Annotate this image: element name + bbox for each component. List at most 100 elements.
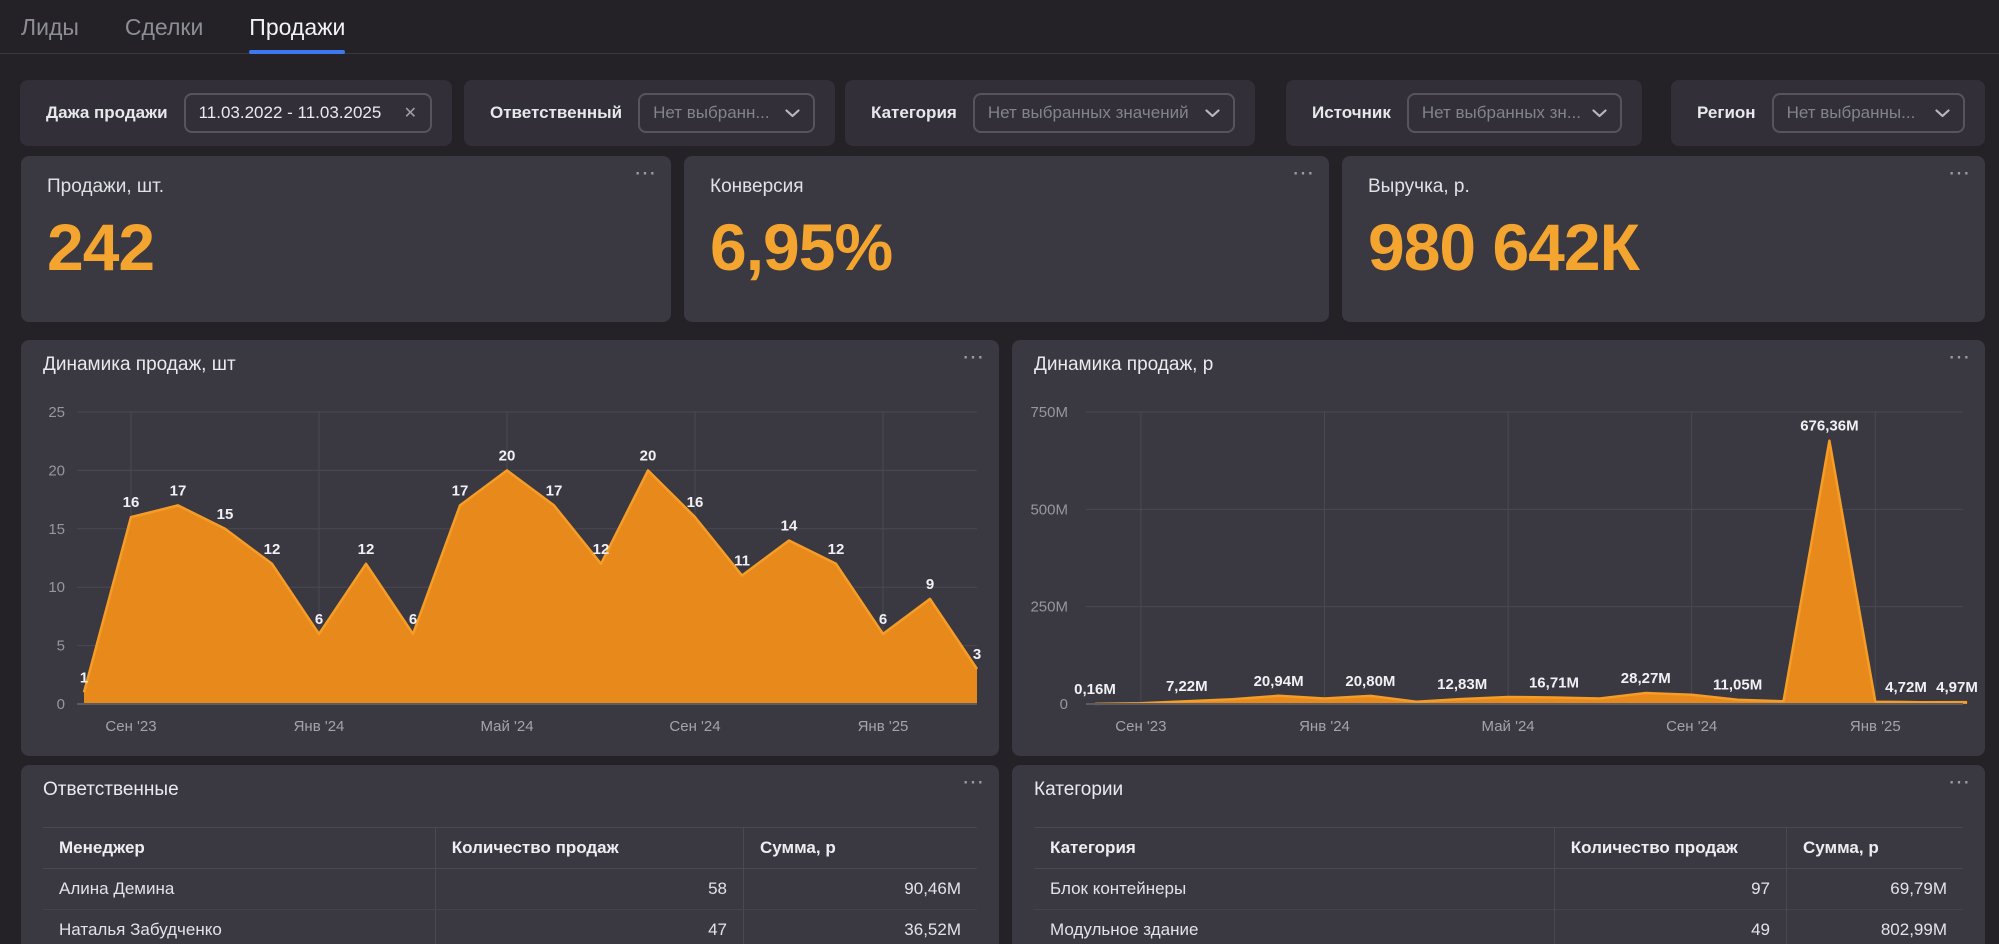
data-point-label: 15 bbox=[217, 506, 234, 523]
kpi-card-revenue: ⋯Выручка, р.980 642К bbox=[1342, 156, 1985, 322]
table-title: Ответственные bbox=[43, 779, 179, 801]
kpi-card-conversion: ⋯Конверсия6,95% bbox=[684, 156, 1329, 322]
chevron-down-icon bbox=[1592, 109, 1607, 118]
data-table: МенеджерКоличество продажСумма, рАлина Д… bbox=[43, 827, 977, 944]
filter-label-responsible: Ответственный bbox=[490, 103, 622, 123]
table-panel-managers: Ответственные ⋯ МенеджерКоличество прода… bbox=[21, 765, 999, 944]
table-title: Категории bbox=[1034, 779, 1123, 801]
x-axis-tick-label: Май '24 bbox=[1482, 718, 1535, 735]
x-axis-tick-label: Сен '24 bbox=[1666, 718, 1717, 735]
data-point-label: 17 bbox=[546, 482, 563, 499]
data-point-label: 16 bbox=[687, 494, 704, 511]
table-header-row: МенеджерКоличество продажСумма, р bbox=[43, 828, 977, 869]
cell-sum: 69,79М bbox=[1786, 869, 1963, 910]
y-axis-tick-label: 5 bbox=[57, 638, 65, 655]
cell-sum: 90,46М bbox=[743, 869, 977, 910]
tab-sales[interactable]: Продажи bbox=[249, 0, 345, 53]
kebab-menu-icon: ⋯ bbox=[962, 769, 985, 794]
data-point-label: 20,94М bbox=[1254, 673, 1304, 690]
x-axis-tick-label: Май '24 bbox=[480, 718, 533, 735]
x-axis-tick-label: Янв '24 bbox=[294, 718, 345, 735]
y-axis-tick-label: 25 bbox=[48, 404, 65, 421]
category-select[interactable]: Нет выбранных значений bbox=[973, 93, 1235, 133]
table-row: Модульное здание49802,99М bbox=[1034, 910, 1963, 944]
tab-label: Сделки bbox=[125, 14, 203, 41]
filter-date-range: Дажа продажи 11.03.2022 - 11.03.2025 ✕ bbox=[20, 80, 452, 146]
data-point-label: 0,16М bbox=[1074, 681, 1116, 698]
y-axis-tick-label: 0 bbox=[57, 696, 65, 713]
x-axis-tick-label: Сен '23 bbox=[1115, 718, 1166, 735]
tab-label: Продажи bbox=[249, 14, 345, 41]
date-range-date-input[interactable]: 11.03.2022 - 11.03.2025 ✕ bbox=[184, 93, 432, 133]
column-header: Количество продаж bbox=[435, 828, 743, 869]
data-point-label: 12 bbox=[593, 541, 610, 558]
column-header: Сумма, р bbox=[743, 828, 977, 869]
chart-panel-sales-count: Динамика продаж, шт ⋯ 0510152025Сен '23Я… bbox=[21, 340, 999, 756]
x-axis-tick-label: Сен '24 bbox=[669, 718, 720, 735]
x-axis-tick-label: Сен '23 bbox=[105, 718, 156, 735]
panel-menu-button[interactable]: ⋯ bbox=[1292, 162, 1315, 184]
table-row: Алина Демина5890,46М bbox=[43, 869, 977, 910]
y-axis-tick-label: 250М bbox=[1030, 599, 1068, 616]
data-point-label: 12,83М bbox=[1437, 676, 1487, 693]
data-point-label: 6 bbox=[409, 611, 417, 628]
cell-name: Блок контейнеры bbox=[1034, 869, 1554, 910]
panel-menu-button[interactable]: ⋯ bbox=[1948, 162, 1971, 184]
region-select[interactable]: Нет выбранны... bbox=[1772, 93, 1965, 133]
date-range-value: 11.03.2022 - 11.03.2025 bbox=[199, 103, 392, 123]
data-point-label: 16 bbox=[123, 494, 140, 511]
filter-label-date-range: Дажа продажи bbox=[46, 103, 168, 123]
data-point-label: 11,05М bbox=[1713, 677, 1762, 694]
tab-deals[interactable]: Сделки bbox=[125, 0, 203, 53]
categories-table: КатегорияКоличество продажСумма, рБлок к… bbox=[1034, 827, 1963, 944]
cell-count: 58 bbox=[435, 869, 743, 910]
filter-region: РегионНет выбранны... bbox=[1671, 80, 1985, 146]
tab-label: Лиды bbox=[21, 14, 79, 41]
kpi-title: Конверсия bbox=[710, 176, 1303, 198]
data-point-label: 28,27М bbox=[1621, 670, 1671, 687]
select-placeholder: Нет выбранны... bbox=[1787, 103, 1923, 123]
data-point-label: 9 bbox=[926, 576, 934, 593]
kpi-value: 242 bbox=[47, 214, 645, 280]
data-point-label: 12 bbox=[828, 541, 845, 558]
responsible-select[interactable]: Нет выбранн... bbox=[638, 93, 815, 133]
chevron-down-icon bbox=[1205, 109, 1220, 118]
filter-label-category: Категория bbox=[871, 103, 957, 123]
data-point-label: 12 bbox=[358, 541, 375, 558]
cell-sum: 802,99М bbox=[1786, 910, 1963, 944]
data-point-label: 12 bbox=[264, 541, 281, 558]
data-point-label: 6 bbox=[879, 611, 887, 628]
column-header: Менеджер bbox=[43, 828, 435, 869]
data-point-label: 17 bbox=[452, 482, 469, 499]
table-body: Блок контейнеры9769,79ММодульное здание4… bbox=[1034, 869, 1963, 944]
data-point-label: 20 bbox=[640, 447, 657, 464]
data-point-label: 4,72М bbox=[1885, 679, 1927, 696]
clear-filter-icon[interactable]: ✕ bbox=[404, 103, 417, 123]
data-point-label: 3 bbox=[973, 646, 981, 663]
source-select[interactable]: Нет выбранных зн... bbox=[1407, 93, 1622, 133]
table-header-row: КатегорияКоличество продажСумма, р bbox=[1034, 828, 1963, 869]
kpi-card-sales-count: ⋯Продажи, шт.242 bbox=[21, 156, 671, 322]
y-axis-tick-label: 10 bbox=[48, 579, 65, 596]
sales-count-area-chart: 0510152025Сен '23Янв '24Май '24Сен '24Ян… bbox=[21, 340, 999, 756]
table-head: КатегорияКоличество продажСумма, р bbox=[1034, 828, 1963, 869]
tab-bar: Лиды Сделки Продажи bbox=[0, 0, 1999, 54]
column-header: Количество продаж bbox=[1554, 828, 1786, 869]
panel-menu-button[interactable]: ⋯ bbox=[962, 771, 985, 793]
tab-leads[interactable]: Лиды bbox=[21, 0, 79, 53]
data-point-label: 20 bbox=[499, 447, 516, 464]
cell-name: Наталья Забудченко bbox=[43, 910, 435, 944]
select-placeholder: Нет выбранных зн... bbox=[1422, 103, 1580, 123]
column-header: Сумма, р bbox=[1786, 828, 1963, 869]
chevron-down-icon bbox=[785, 109, 800, 118]
table-panel-categories: Категории ⋯ КатегорияКоличество продажСу… bbox=[1012, 765, 1985, 944]
chevron-down-icon bbox=[1935, 109, 1950, 118]
panel-menu-button[interactable]: ⋯ bbox=[1948, 771, 1971, 793]
data-point-label: 676,36М bbox=[1800, 418, 1858, 435]
table-head: МенеджерКоличество продажСумма, р bbox=[43, 828, 977, 869]
y-axis-tick-label: 20 bbox=[48, 462, 65, 479]
kebab-menu-icon: ⋯ bbox=[634, 160, 657, 185]
chart-panel-sales-revenue: Динамика продаж, р ⋯ 0250М500М750МСен '2… bbox=[1012, 340, 1985, 756]
panel-menu-button[interactable]: ⋯ bbox=[634, 162, 657, 184]
table-row: Наталья Забудченко4736,52М bbox=[43, 910, 977, 944]
